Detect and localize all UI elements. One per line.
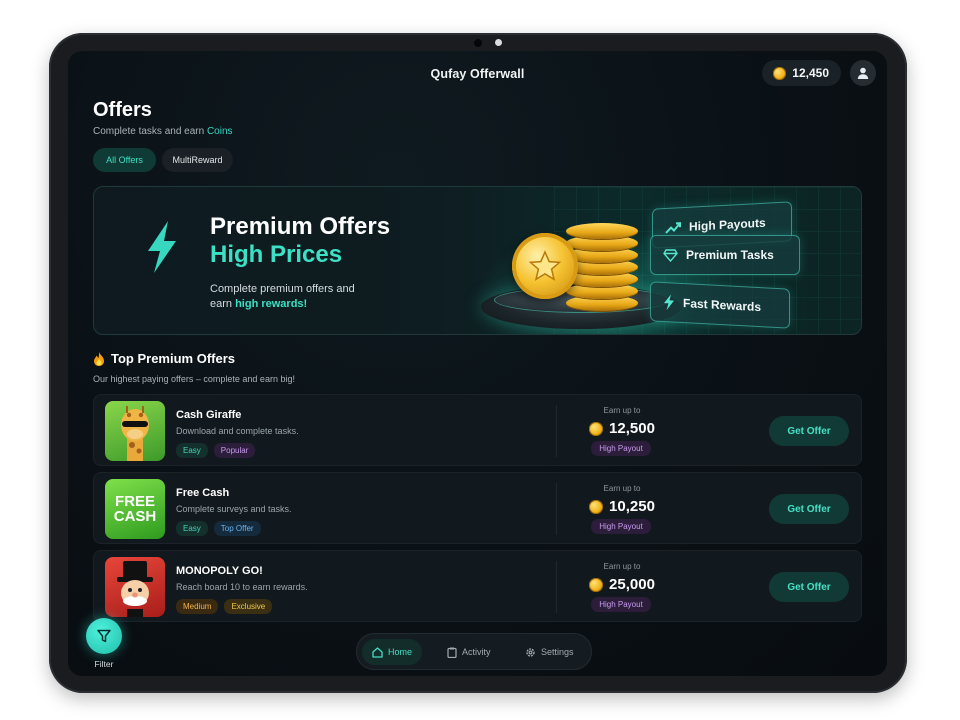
offer-row-monopoly-go[interactable]: MONOPOLY GO! Reach board 10 to earn rewa… <box>93 550 862 622</box>
offer-description: Reach board 10 to earn rewards. <box>176 582 308 592</box>
banner-desc-line2: earn high rewards! <box>210 297 355 312</box>
filter-all-offers[interactable]: All Offers <box>93 148 156 172</box>
get-offer-button[interactable]: Get Offer <box>769 572 849 602</box>
earn-label: Earn up to <box>603 406 641 415</box>
nav-activity-label: Activity <box>462 647 491 657</box>
divider <box>556 483 557 535</box>
tag-exclusive: Exclusive <box>224 599 273 614</box>
offer-name: Cash Giraffe <box>176 409 242 421</box>
banner-desc-line1: Complete premium offers and <box>210 283 355 295</box>
monopoly-thumbnail <box>105 557 165 617</box>
coin-icon <box>589 499 604 514</box>
thumb-text: FREE <box>114 493 155 510</box>
banner-desc-prefix: earn <box>210 298 236 310</box>
earn-label: Earn up to <box>603 484 641 493</box>
diamond-icon <box>663 248 678 262</box>
tag-easy: Easy <box>176 521 208 536</box>
nav-settings-label: Settings <box>541 647 574 657</box>
payout-badge: High Payout <box>591 597 651 612</box>
offer-row-free-cash[interactable]: FREE CASH Free Cash Complete surveys and… <box>93 472 862 544</box>
coin-icon <box>773 66 787 80</box>
user-icon <box>857 67 869 79</box>
section-subtitle: Our highest paying offers – complete and… <box>93 374 295 384</box>
earn-value: 10,250 <box>609 498 655 515</box>
lightning-icon <box>148 221 176 273</box>
earn-amount: 10,250 <box>570 498 674 515</box>
payout-badge: High Payout <box>591 519 651 534</box>
tag-easy: Easy <box>176 443 208 458</box>
feature-card-label: Fast Rewards <box>683 296 762 315</box>
tag-top-offer: Top Offer <box>213 521 261 536</box>
banner-title-accent: High Prices <box>210 241 343 268</box>
section-title: Top Premium Offers <box>93 351 235 366</box>
banner-title: Premium Offers <box>210 213 391 240</box>
giraffe-thumbnail <box>105 401 165 461</box>
tablet-frame: Qufay Offerwall 12,450 Offers Complete t… <box>49 33 907 693</box>
filter-multireward[interactable]: MultiReward <box>162 148 233 172</box>
divider <box>556 405 557 457</box>
offer-name: MONOPOLY GO! <box>176 565 263 577</box>
nav-activity[interactable]: Activity <box>437 639 501 665</box>
app-screen: Qufay Offerwall 12,450 Offers Complete t… <box>68 51 887 676</box>
offer-row-cash-giraffe[interactable]: Cash Giraffe Download and complete tasks… <box>93 394 862 466</box>
stack-coin <box>566 223 638 239</box>
nav-settings[interactable]: Settings <box>515 639 584 665</box>
offer-tags: Easy Popular <box>176 443 256 458</box>
offer-description: Download and complete tasks. <box>176 426 299 436</box>
tag-medium: Medium <box>176 599 219 614</box>
divider <box>556 561 557 613</box>
fire-icon <box>94 351 104 366</box>
get-offer-button[interactable]: Get Offer <box>769 416 849 446</box>
filter-label: Filter <box>94 659 114 669</box>
coin-icon <box>589 577 604 592</box>
offer-tags: Medium Exclusive <box>176 599 273 614</box>
feature-card-tasks: Premium Tasks <box>650 235 800 275</box>
trending-up-icon <box>665 222 681 234</box>
bottom-nav: Home Activity Settings <box>356 633 592 670</box>
star-coin-icon <box>512 233 578 299</box>
banner-description: Complete premium offers and earn high re… <box>210 282 355 312</box>
coin-icon <box>589 421 604 436</box>
nav-home-label: Home <box>388 647 413 657</box>
profile-button[interactable] <box>850 60 876 86</box>
offer-tags: Easy Top Offer <box>176 521 261 536</box>
nav-home[interactable]: Home <box>362 639 423 665</box>
coin-balance-value: 12,450 <box>792 66 829 80</box>
gear-icon <box>526 647 535 657</box>
feature-card-label: High Payouts <box>689 215 766 234</box>
feature-card-rewards: Fast Rewards <box>650 281 790 329</box>
mr-monopoly-icon <box>117 561 153 617</box>
premium-banner[interactable]: Premium Offers High Prices Complete prem… <box>93 186 862 335</box>
page-subtitle-highlight: Coins <box>206 126 233 137</box>
feature-card-label: Premium Tasks <box>686 248 774 262</box>
page-subtitle: Complete tasks and earn Coins <box>93 126 233 137</box>
get-offer-button[interactable]: Get Offer <box>769 494 849 524</box>
home-icon <box>372 646 383 658</box>
payout-badge: High Payout <box>591 441 651 456</box>
lightning-icon <box>664 294 674 311</box>
filter-button[interactable] <box>86 618 122 654</box>
offer-name: Free Cash <box>176 487 230 499</box>
camera-icon <box>474 39 482 47</box>
section-title-text: Top Premium Offers <box>111 351 236 366</box>
giraffe-icon <box>121 406 149 461</box>
offer-description: Complete surveys and tasks. <box>176 504 292 514</box>
clipboard-icon <box>447 647 457 658</box>
earn-value: 12,500 <box>609 420 655 437</box>
banner-desc-highlight: high rewards! <box>235 298 308 310</box>
thumb-text: CASH <box>113 508 157 525</box>
page-title: Offers <box>93 99 152 121</box>
free-cash-thumbnail: FREE CASH <box>105 479 165 539</box>
filter-icon <box>97 629 111 643</box>
earn-label: Earn up to <box>603 562 641 571</box>
earn-value: 25,000 <box>609 576 655 593</box>
earn-amount: 25,000 <box>570 576 674 593</box>
page-subtitle-text: Complete tasks and earn <box>93 126 207 137</box>
sensor-icon <box>495 39 502 46</box>
earn-amount: 12,500 <box>570 420 674 437</box>
star-icon <box>528 250 562 281</box>
coin-balance[interactable]: 12,450 <box>762 60 841 86</box>
tag-popular: Popular <box>213 443 256 458</box>
